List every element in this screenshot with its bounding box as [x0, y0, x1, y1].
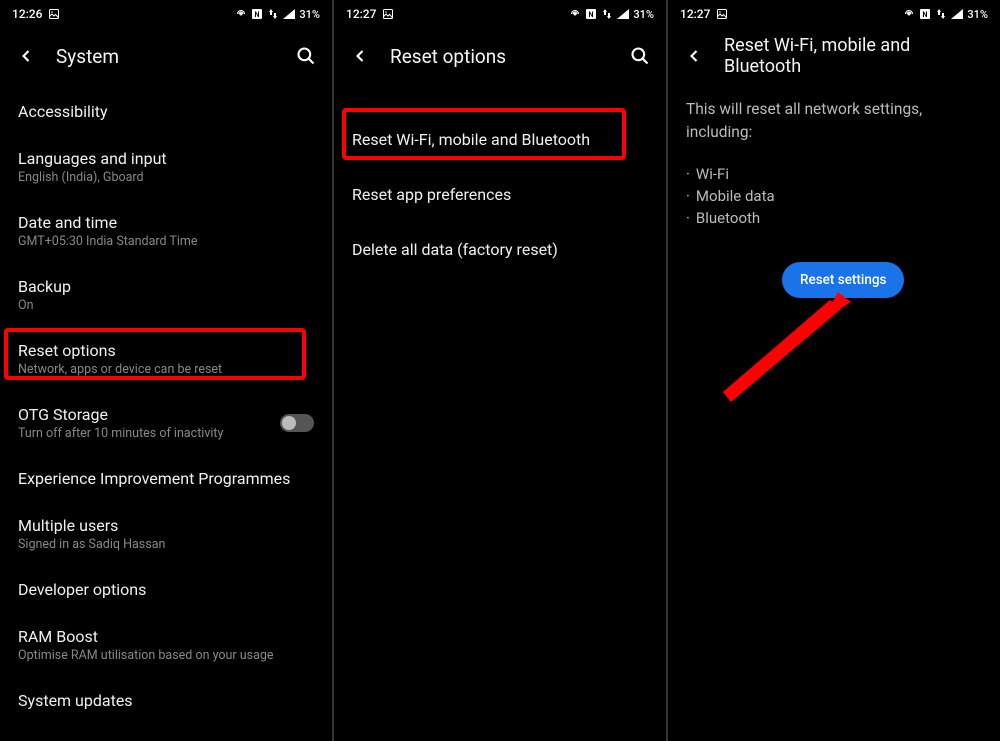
battery-percent: 31% — [967, 8, 988, 21]
signal-icon — [283, 8, 295, 20]
page-title: System — [56, 45, 276, 68]
otg-toggle[interactable] — [280, 414, 314, 432]
svg-text:N: N — [255, 11, 260, 19]
panel-reset-network: 12:27 N 31% Reset Wi-Fi, mobile and Blue… — [666, 0, 1000, 741]
bullet-mobile-data: Mobile data — [686, 185, 982, 207]
status-time: 12:26 — [12, 7, 42, 21]
panel-reset-options: 12:27 N 31% Reset options Reset Wi-Fi, m… — [332, 0, 666, 741]
status-icons: N 31% — [903, 8, 988, 21]
header: Reset Wi-Fi, mobile and Bluetooth — [668, 28, 1000, 84]
image-icon — [382, 8, 394, 20]
image-icon — [716, 8, 728, 20]
status-bar: 12:27 N 31% — [668, 0, 1000, 28]
header: Reset options — [334, 28, 666, 84]
battery-percent: 31% — [633, 8, 654, 21]
signal-icon — [951, 8, 963, 20]
search-button[interactable] — [294, 44, 318, 68]
page-title: Reset options — [390, 45, 610, 68]
nfc-icon: N — [585, 8, 597, 20]
status-time: 12:27 — [346, 7, 376, 21]
nfc-icon: N — [919, 8, 931, 20]
data-icon — [267, 8, 279, 20]
annotation-arrow — [713, 280, 863, 410]
reset-info: This will reset all network settings, in… — [668, 84, 1000, 159]
setting-system-updates[interactable]: System updates — [0, 677, 332, 724]
reset-bullets: Wi-Fi Mobile data Bluetooth — [668, 159, 1000, 229]
setting-developer-options[interactable]: Developer options — [0, 566, 332, 613]
battery-percent: 31% — [299, 8, 320, 21]
svg-text:N: N — [923, 11, 928, 19]
hotspot-icon — [569, 8, 581, 20]
panel-system: 12:26 N 31% System Accessibility Languag… — [0, 0, 332, 741]
status-time: 12:27 — [680, 7, 710, 21]
highlight-reset-options — [4, 328, 306, 380]
status-icons: N 31% — [569, 8, 654, 21]
back-button[interactable] — [348, 44, 372, 68]
setting-experience-improvement[interactable]: Experience Improvement Programmes — [0, 455, 332, 502]
hotspot-icon — [903, 8, 915, 20]
setting-ram-boost[interactable]: RAM Boost Optimise RAM utilisation based… — [0, 613, 332, 677]
search-button[interactable] — [628, 44, 652, 68]
status-bar: 12:26 N 31% — [0, 0, 332, 28]
hotspot-icon — [235, 8, 247, 20]
data-icon — [601, 8, 613, 20]
setting-multiple-users[interactable]: Multiple users Signed in as Sadiq Hassan — [0, 502, 332, 566]
back-button[interactable] — [14, 44, 38, 68]
signal-icon — [617, 8, 629, 20]
data-icon — [935, 8, 947, 20]
reset-settings-button[interactable]: Reset settings — [782, 262, 904, 298]
setting-otg-storage[interactable]: OTG Storage Turn off after 10 minutes of… — [0, 391, 332, 455]
svg-text:N: N — [589, 11, 594, 19]
setting-backup[interactable]: Backup On — [0, 263, 332, 327]
bullet-bluetooth: Bluetooth — [686, 207, 982, 229]
page-title: Reset Wi-Fi, mobile and Bluetooth — [724, 35, 986, 77]
header: System — [0, 28, 332, 84]
image-icon — [48, 8, 60, 20]
delete-all-data[interactable]: Delete all data (factory reset) — [334, 222, 666, 277]
back-button[interactable] — [682, 44, 706, 68]
setting-languages[interactable]: Languages and input English (India), Gbo… — [0, 135, 332, 199]
setting-date-time[interactable]: Date and time GMT+05:30 India Standard T… — [0, 199, 332, 263]
bullet-wifi: Wi-Fi — [686, 163, 982, 185]
reset-app-preferences[interactable]: Reset app preferences — [334, 167, 666, 222]
status-icons: N 31% — [235, 8, 320, 21]
setting-accessibility[interactable]: Accessibility — [0, 88, 332, 135]
nfc-icon: N — [251, 8, 263, 20]
settings-list: Accessibility Languages and input Englis… — [0, 84, 332, 724]
highlight-reset-wifi — [342, 108, 626, 160]
status-bar: 12:27 N 31% — [334, 0, 666, 28]
